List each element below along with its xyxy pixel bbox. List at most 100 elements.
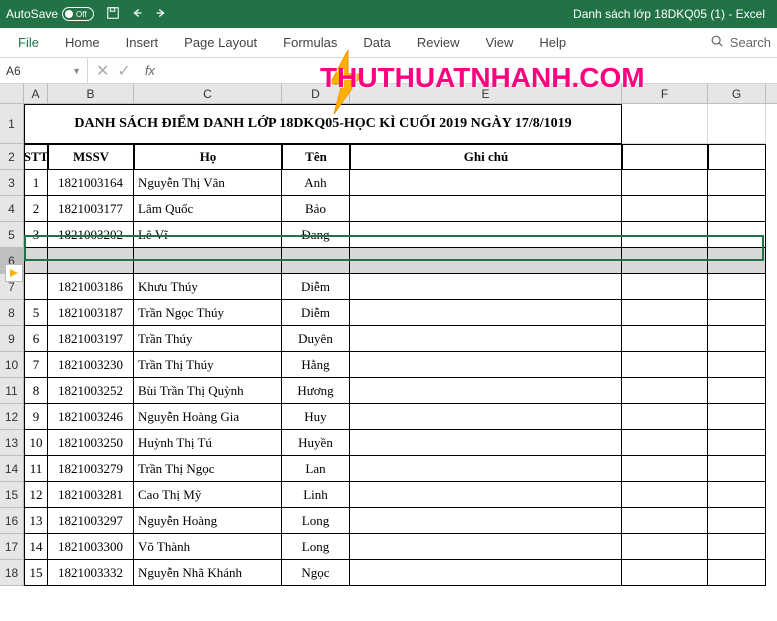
cell-ghichu[interactable]	[350, 378, 622, 404]
tab-insert[interactable]: Insert	[114, 29, 171, 56]
cell[interactable]	[622, 404, 708, 430]
cell-ho[interactable]: Bùi Trần Thị Quỳnh	[134, 378, 282, 404]
cell-ten[interactable]: Linh	[282, 482, 350, 508]
cell-ghichu[interactable]	[350, 274, 622, 300]
cell-stt[interactable]	[24, 274, 48, 300]
cell-stt[interactable]: 10	[24, 430, 48, 456]
cell-ho[interactable]: Lê Vĩ	[134, 222, 282, 248]
cell-ghichu[interactable]	[350, 300, 622, 326]
cell-ho[interactable]: Cao Thị Mỹ	[134, 482, 282, 508]
cell[interactable]	[622, 222, 708, 248]
cell-mssv[interactable]: 1821003202	[48, 222, 134, 248]
cell-stt[interactable]: 13	[24, 508, 48, 534]
cell-ho[interactable]: Nguyễn Nhã Khánh	[134, 560, 282, 586]
cell-ghichu[interactable]	[350, 560, 622, 586]
cell[interactable]	[708, 482, 766, 508]
hdr-stt[interactable]: STT	[24, 144, 48, 170]
cell[interactable]	[708, 456, 766, 482]
undo-icon[interactable]	[130, 6, 144, 23]
row-header[interactable]: 15	[0, 482, 24, 508]
toggle-switch[interactable]: Off	[62, 7, 94, 21]
cell[interactable]	[24, 248, 48, 274]
cell-ghichu[interactable]	[350, 170, 622, 196]
cell-stt[interactable]: 8	[24, 378, 48, 404]
cell[interactable]	[134, 248, 282, 274]
cell-ten[interactable]: Anh	[282, 170, 350, 196]
cell[interactable]	[622, 326, 708, 352]
col-header[interactable]: A	[24, 84, 48, 103]
cell-ghichu[interactable]	[350, 326, 622, 352]
cell-ho[interactable]: Lâm Quốc	[134, 196, 282, 222]
cell-ho[interactable]: Trần Thị Ngọc	[134, 456, 282, 482]
cell-ho[interactable]: Trần Thị Thúy	[134, 352, 282, 378]
cell[interactable]	[622, 352, 708, 378]
cell-ho[interactable]: Nguyễn Thị Vân	[134, 170, 282, 196]
cell-ten[interactable]: Ngọc	[282, 560, 350, 586]
cell-ten[interactable]: Long	[282, 534, 350, 560]
insert-options-button[interactable]	[5, 264, 23, 282]
sheet-title-cell[interactable]: DANH SÁCH ĐIỂM DANH LỚP 18DKQ05-HỌC KÌ C…	[24, 104, 622, 144]
cell[interactable]	[622, 560, 708, 586]
cell-mssv[interactable]: 1821003281	[48, 482, 134, 508]
tab-data[interactable]: Data	[351, 29, 402, 56]
cell[interactable]	[622, 456, 708, 482]
cell-mssv[interactable]: 1821003246	[48, 404, 134, 430]
cell[interactable]	[350, 248, 622, 274]
row-header[interactable]: 3	[0, 170, 24, 196]
cell[interactable]	[708, 378, 766, 404]
cell-stt[interactable]: 7	[24, 352, 48, 378]
tab-formulas[interactable]: Formulas	[271, 29, 349, 56]
cell-stt[interactable]: 14	[24, 534, 48, 560]
row-header[interactable]: 5	[0, 222, 24, 248]
cell-mssv[interactable]: 1821003187	[48, 300, 134, 326]
search-icon[interactable]	[710, 34, 724, 51]
row-header[interactable]: 14	[0, 456, 24, 482]
cell-ghichu[interactable]	[350, 482, 622, 508]
cell-ghichu[interactable]	[350, 508, 622, 534]
cell-ho[interactable]: Huỳnh Thị Tú	[134, 430, 282, 456]
cell-mssv[interactable]: 1821003297	[48, 508, 134, 534]
row-header[interactable]: 13	[0, 430, 24, 456]
col-header[interactable]: B	[48, 84, 134, 103]
cell-stt[interactable]: 1	[24, 170, 48, 196]
row-header[interactable]: 18	[0, 560, 24, 586]
cell-ten[interactable]: Đang	[282, 222, 350, 248]
tab-view[interactable]: View	[473, 29, 525, 56]
cell-ho[interactable]: Nguyễn Hoàng Gia	[134, 404, 282, 430]
cell-mssv[interactable]: 1821003197	[48, 326, 134, 352]
row-header[interactable]: 16	[0, 508, 24, 534]
row-header[interactable]: 9	[0, 326, 24, 352]
cell-ten[interactable]: Diễm	[282, 274, 350, 300]
cell[interactable]	[708, 352, 766, 378]
cell-ten[interactable]: Long	[282, 508, 350, 534]
cell-mssv[interactable]: 1821003230	[48, 352, 134, 378]
formula-input[interactable]	[161, 58, 777, 83]
chevron-down-icon[interactable]: ▼	[72, 66, 81, 76]
row-header[interactable]: 11	[0, 378, 24, 404]
cell-mssv[interactable]: 1821003164	[48, 170, 134, 196]
cell[interactable]	[708, 300, 766, 326]
cell-ten[interactable]: Bảo	[282, 196, 350, 222]
cell-ten[interactable]: Huyền	[282, 430, 350, 456]
cell-stt[interactable]: 5	[24, 300, 48, 326]
cell[interactable]	[708, 274, 766, 300]
hdr-ten[interactable]: Tên	[282, 144, 350, 170]
tab-home[interactable]: Home	[53, 29, 112, 56]
cell-ten[interactable]: Hương	[282, 378, 350, 404]
redo-icon[interactable]	[154, 6, 168, 23]
cell-ten[interactable]: Diễm	[282, 300, 350, 326]
row-header[interactable]: 12	[0, 404, 24, 430]
cell[interactable]	[282, 248, 350, 274]
cell-ho[interactable]: Nguyễn Hoàng	[134, 508, 282, 534]
name-box[interactable]: A6 ▼	[0, 58, 88, 83]
cell[interactable]	[622, 144, 708, 170]
cell-ten[interactable]: Lan	[282, 456, 350, 482]
cell[interactable]	[708, 430, 766, 456]
cell-ghichu[interactable]	[350, 456, 622, 482]
row-header[interactable]: 10	[0, 352, 24, 378]
cell-ho[interactable]: Trần Thúy	[134, 326, 282, 352]
cell[interactable]	[708, 222, 766, 248]
hdr-ghichu[interactable]: Ghi chú	[350, 144, 622, 170]
cell-ho[interactable]: Võ Thành	[134, 534, 282, 560]
row-header[interactable]: 4	[0, 196, 24, 222]
